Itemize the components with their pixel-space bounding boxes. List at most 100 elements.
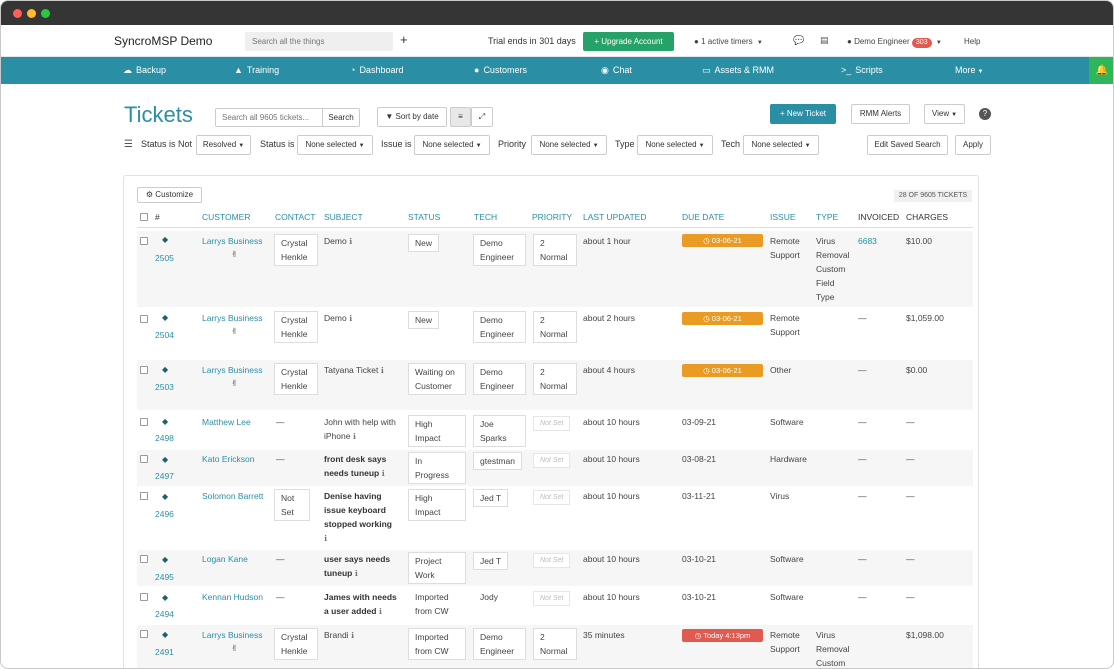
nav-dashboard[interactable]: ◔ Dashboard xyxy=(350,65,403,75)
global-search-input[interactable] xyxy=(245,32,393,51)
col-tech[interactable]: TECH xyxy=(474,212,497,222)
nav-scripts[interactable]: >_ Scripts xyxy=(841,65,883,75)
invoice-link[interactable]: 6683 xyxy=(858,234,877,248)
subject-cell[interactable]: user says needs tuneup ℹ xyxy=(324,552,390,581)
row-checkbox[interactable] xyxy=(140,555,148,563)
subject-cell[interactable]: Denise having issue keyboard stopped worki… xyxy=(324,489,392,546)
ticket-number[interactable]: 2496 xyxy=(155,507,174,521)
contact-cell[interactable]: Crystal Henkle xyxy=(274,311,318,343)
table-row[interactable]: ◆ 2498 Matthew Lee — John with help with… xyxy=(137,412,973,448)
table-row[interactable]: ◆ 2491 Larrys Business ✌ Crystal Henkle B… xyxy=(137,625,973,668)
table-row[interactable]: ◆ 2497 Kato Erickson — front desk says ne… xyxy=(137,450,973,486)
expand-view-toggle[interactable]: ⤢ xyxy=(471,107,493,127)
subject-cell[interactable]: Demo ℹ xyxy=(324,311,352,326)
ticket-number[interactable]: 2498 xyxy=(155,431,174,445)
ticket-number[interactable]: 2495 xyxy=(155,570,174,584)
priority-cell[interactable]: Not Set xyxy=(533,552,571,568)
tech-dropdown[interactable]: None selected ▼ xyxy=(743,135,819,155)
priority-cell[interactable]: 2 Normal xyxy=(533,628,577,660)
col-due-date[interactable]: DUE DATE xyxy=(682,212,724,222)
sort-by-date-button[interactable]: ▼ Sort by date xyxy=(377,107,447,127)
customer-link[interactable]: Solomon Barrett xyxy=(202,489,263,503)
table-row[interactable]: ◆ 2494 Kennan Hudson — James with needs a… xyxy=(137,588,973,624)
status-cell[interactable]: Imported from CW xyxy=(415,590,449,618)
maximize-window-icon[interactable] xyxy=(41,9,50,18)
row-checkbox[interactable] xyxy=(140,366,148,374)
subject-cell[interactable]: Tatyana Ticket ℹ xyxy=(324,363,384,378)
col-contact[interactable]: CONTACT xyxy=(275,212,315,222)
tech-cell[interactable]: Demo Engineer xyxy=(473,628,526,660)
contact-cell[interactable]: Crystal Henkle xyxy=(274,363,318,395)
priority-cell[interactable]: Not Set xyxy=(533,489,571,505)
status-cell[interactable]: Waiting on Customer xyxy=(408,363,466,395)
customer-link[interactable]: Kennan Hudson xyxy=(202,590,263,604)
filter-sliders-icon[interactable]: ☰ xyxy=(124,139,133,150)
customer-link[interactable]: Kato Erickson xyxy=(202,452,254,466)
new-ticket-button[interactable]: + New Ticket xyxy=(770,104,836,124)
customer-link[interactable]: Larrys Business xyxy=(202,628,262,642)
col-subject[interactable]: SUBJECT xyxy=(324,212,363,222)
status-cell[interactable]: New xyxy=(408,234,440,252)
ticket-search-button[interactable]: Search xyxy=(322,108,360,127)
tech-cell[interactable]: Demo Engineer xyxy=(473,363,526,395)
status-cell[interactable]: Project Work xyxy=(408,552,466,584)
customize-button[interactable]: ⚙ Customize xyxy=(137,187,202,203)
priority-cell[interactable]: Not Set xyxy=(533,452,571,468)
tech-cell[interactable]: gtestman xyxy=(473,452,522,470)
row-checkbox[interactable] xyxy=(140,630,148,638)
issue-dropdown[interactable]: None selected ▼ xyxy=(414,135,490,155)
row-checkbox[interactable] xyxy=(140,492,148,500)
col-customer[interactable]: CUSTOMER xyxy=(202,212,251,222)
close-window-icon[interactable] xyxy=(13,9,22,18)
help-link[interactable]: Help xyxy=(964,37,980,46)
minimize-window-icon[interactable] xyxy=(27,9,36,18)
contact-cell[interactable]: Crystal Henkle xyxy=(274,628,318,660)
ticket-number[interactable]: 2504 xyxy=(155,328,174,342)
priority-cell[interactable]: Not Set xyxy=(533,590,571,606)
col-last-updated[interactable]: LAST UPDATED xyxy=(583,212,646,222)
nav-more[interactable]: More ▼ xyxy=(955,65,983,75)
ticket-number[interactable]: 2503 xyxy=(155,380,174,394)
table-row[interactable]: ◆ 2505 Larrys Business ✌ Crystal Henkle D… xyxy=(137,231,973,307)
table-row[interactable]: ◆ 2495 Logan Kane — user says needs tuneu… xyxy=(137,550,973,586)
user-menu[interactable]: ● Demo Engineer 303 ▼ xyxy=(847,37,942,48)
status-cell[interactable]: High Impact xyxy=(408,489,466,521)
ticket-number[interactable]: 2505 xyxy=(155,251,174,265)
subject-cell[interactable]: James with needs a user added ℹ xyxy=(324,590,397,619)
table-row[interactable]: ◆ 2503 Larrys Business ✌ Crystal Henkle T… xyxy=(137,360,973,410)
contact-cell[interactable]: Not Set xyxy=(274,489,310,521)
bell-icon[interactable]: 🔔 xyxy=(1089,57,1113,84)
customer-link[interactable]: Larrys Business xyxy=(202,363,262,377)
table-row[interactable]: ◆ 2496 Solomon Barrett Not Set Denise hav… xyxy=(137,487,973,549)
status-cell[interactable]: New xyxy=(408,311,440,329)
subject-cell[interactable]: John with help with iPhone ℹ xyxy=(324,415,396,444)
customer-link[interactable]: Larrys Business xyxy=(202,311,262,325)
priority-cell[interactable]: 2 Normal xyxy=(533,363,577,395)
row-checkbox[interactable] xyxy=(140,593,148,601)
col-issue[interactable]: ISSUE xyxy=(770,212,796,222)
nav-customers[interactable]: ● Customers xyxy=(474,65,527,75)
ticket-number[interactable]: 2497 xyxy=(155,469,174,483)
type-dropdown[interactable]: None selected ▼ xyxy=(637,135,713,155)
nav-assets-rmm[interactable]: ▭ Assets & RMM xyxy=(702,65,774,76)
edit-saved-search-button[interactable]: Edit Saved Search xyxy=(867,135,948,155)
rmm-alerts-button[interactable]: RMM Alerts xyxy=(851,104,910,124)
apply-button[interactable]: Apply xyxy=(955,135,991,155)
help-circle-icon[interactable]: ? xyxy=(979,108,991,120)
row-checkbox[interactable] xyxy=(140,315,148,323)
tech-cell[interactable]: Jody xyxy=(480,590,498,604)
subject-cell[interactable]: front desk says needs tuneup ℹ xyxy=(324,452,386,481)
priority-cell[interactable]: 2 Normal xyxy=(533,234,577,266)
subject-cell[interactable]: Demo ℹ xyxy=(324,234,352,249)
subject-cell[interactable]: Brandi ℹ xyxy=(324,628,354,643)
ticket-number[interactable]: 2491 xyxy=(155,645,174,659)
status-dropdown[interactable]: None selected ▼ xyxy=(297,135,373,155)
status-cell[interactable]: Imported from CW xyxy=(408,628,466,660)
view-dropdown[interactable]: View ▼ xyxy=(924,104,965,124)
priority-cell[interactable]: Not Set xyxy=(533,415,571,431)
priority-cell[interactable]: 2 Normal xyxy=(533,311,577,343)
upgrade-account-button[interactable]: + Upgrade Account xyxy=(583,32,674,51)
customer-link[interactable]: Logan Kane xyxy=(202,552,248,566)
customer-link[interactable]: Larrys Business xyxy=(202,234,262,248)
col-type[interactable]: TYPE xyxy=(816,212,838,222)
